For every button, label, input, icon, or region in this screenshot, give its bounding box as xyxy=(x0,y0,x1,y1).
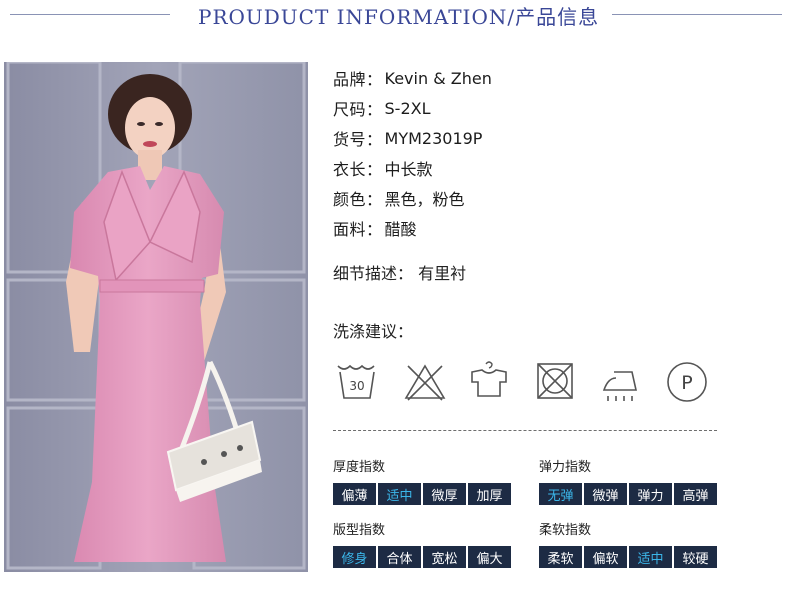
spec-label: 面料： xyxy=(333,220,383,239)
spec-size: 尺码： S-2XL xyxy=(333,93,492,123)
elasticity-index: 弹力指数 无弹 微弹 弹力 高弹 xyxy=(539,456,717,505)
care-icons: 30 P xyxy=(336,360,716,406)
spec-item-number: 货号： MYM23019P xyxy=(333,123,492,153)
wash-30-icon: 30 xyxy=(336,360,378,404)
page-header: PROUDUCT INFORMATION/产品信息 xyxy=(0,0,790,34)
index-option: 合体 xyxy=(378,546,421,568)
index-label: 弹力指数 xyxy=(539,460,592,475)
spec-color: 颜色： 黑色，粉色 xyxy=(333,183,492,213)
spec-list: 品牌： Kevin & Zhen 尺码： S-2XL 货号： MYM23019P… xyxy=(333,63,492,243)
index-option: 偏大 xyxy=(468,546,511,568)
spec-value: MYM23019P xyxy=(384,128,483,148)
spec-brand: 品牌： Kevin & Zhen xyxy=(333,63,492,93)
index-label: 版型指数 xyxy=(333,523,386,538)
softness-index: 柔软指数 柔软 偏软 适中 较硬 xyxy=(539,519,717,568)
dashed-divider xyxy=(333,430,717,431)
spec-value: 醋酸 xyxy=(384,220,417,239)
spec-value: 中长款 xyxy=(384,160,433,179)
spec-value: Kevin & Zhen xyxy=(384,68,492,88)
spec-label: 颜色： xyxy=(333,190,383,209)
do-not-bleach-icon xyxy=(404,360,446,404)
index-label: 厚度指数 xyxy=(333,460,386,475)
index-option: 偏软 xyxy=(584,546,627,568)
index-option: 偏薄 xyxy=(333,483,376,505)
wash-temperature: 30 xyxy=(349,379,364,393)
index-option-selected: 无弹 xyxy=(539,483,582,505)
index-option: 较硬 xyxy=(674,546,717,568)
dry-clean-p-icon: P xyxy=(666,360,708,404)
hang-dry-icon xyxy=(468,360,510,404)
index-option-selected: 适中 xyxy=(629,546,672,568)
dry-clean-letter: P xyxy=(681,372,692,394)
detail-description: 细节描述： 有里衬 xyxy=(333,264,467,283)
fit-index: 版型指数 修身 合体 宽松 偏大 xyxy=(333,519,511,568)
index-option: 柔软 xyxy=(539,546,582,568)
index-option-selected: 适中 xyxy=(378,483,421,505)
spec-label: 货号： xyxy=(333,130,383,149)
spec-label: 尺码： xyxy=(333,100,383,119)
index-option: 微厚 xyxy=(423,483,466,505)
wash-title: 洗涤建议： xyxy=(333,322,414,341)
product-photo xyxy=(4,62,308,572)
spec-value: S-2XL xyxy=(384,98,431,118)
spec-fabric: 面料： 醋酸 xyxy=(333,213,492,243)
spec-label: 品牌： xyxy=(333,70,383,89)
page-title: PROUDUCT INFORMATION/产品信息 xyxy=(198,5,600,29)
iron-icon xyxy=(600,360,642,404)
index-option: 弹力 xyxy=(629,483,672,505)
thickness-index: 厚度指数 偏薄 适中 微厚 加厚 xyxy=(333,456,511,505)
do-not-tumble-dry-icon xyxy=(534,360,576,404)
index-option-selected: 修身 xyxy=(333,546,376,568)
index-option: 高弹 xyxy=(674,483,717,505)
spec-label: 衣长： xyxy=(333,160,383,179)
header-rule-right xyxy=(612,14,782,15)
index-option: 微弹 xyxy=(584,483,627,505)
index-option: 宽松 xyxy=(423,546,466,568)
index-option: 加厚 xyxy=(468,483,511,505)
spec-length: 衣长： 中长款 xyxy=(333,153,492,183)
spec-value: 黑色，粉色 xyxy=(384,190,465,209)
index-label: 柔软指数 xyxy=(539,523,592,538)
header-rule-left xyxy=(10,14,170,15)
